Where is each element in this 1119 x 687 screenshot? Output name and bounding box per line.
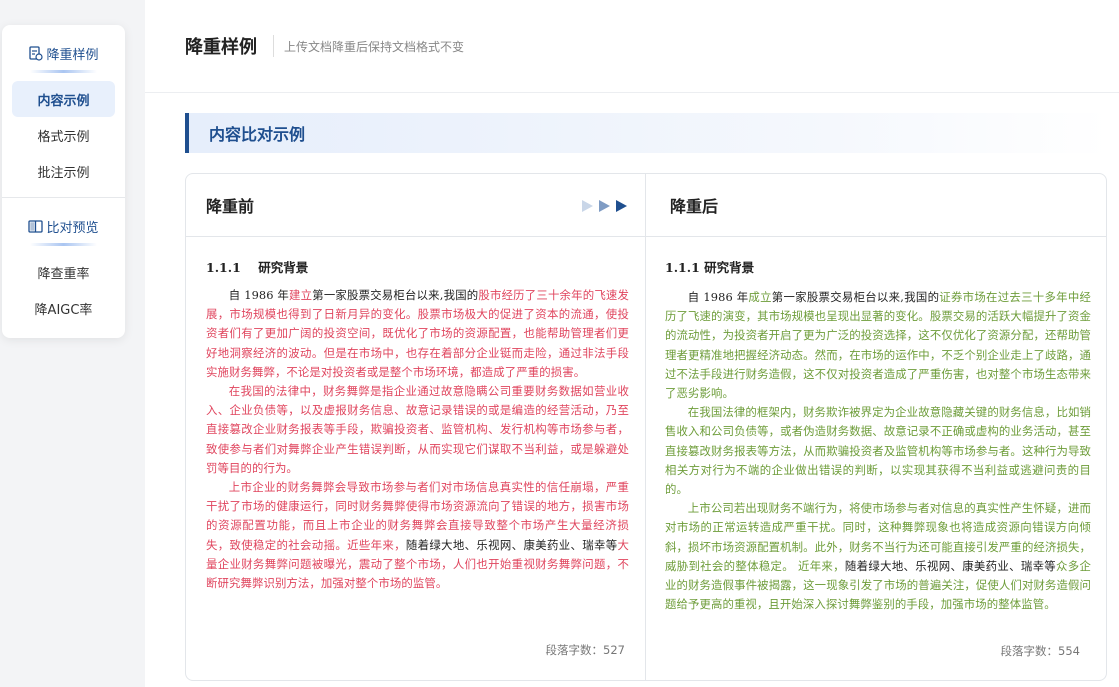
section-banner: 内容比对示例 [185, 113, 1109, 153]
text-segment: 随着绿大地、乐视网、康美药业、瑞幸等 [405, 537, 618, 552]
text-segment: 成立 [748, 290, 772, 304]
text-segment: 自 1986 年 [228, 288, 290, 302]
compare-panel: 降重前 1.1.1 研究背景 自 1986 年建立第一家股票交易柜台以来,我国的… [185, 173, 1107, 681]
sidebar-item-content-example[interactable]: 内容示例 [12, 81, 115, 117]
after-title: 降重后 [646, 174, 1106, 237]
paragraph: 在我国法律的框架内，财务欺诈被界定为企业故意隐藏关键的财务信息，比如销售收入和公… [665, 403, 1091, 499]
page-title: 降重样例 [185, 37, 257, 58]
text-segment: 第一家股票交易柜台以来,我国的 [312, 288, 479, 302]
after-heading: 1.1.1 研究背景 [665, 260, 755, 275]
before-body: 自 1986 年建立第一家股票交易柜台以来,我国的股市经历了三十余年的飞速发展，… [206, 286, 629, 593]
header-divider [273, 35, 274, 57]
text-segment: 证券市场在过去三十多年中经历了飞速的演变，其市场规模也呈现出显著的变化。股票交易… [665, 290, 1091, 401]
play-arrow-light-icon [582, 200, 593, 212]
text-segment: 建立 [289, 288, 313, 302]
before-word-count: 段落字数：527 [545, 643, 625, 657]
text-segment: 自 1986 年 [687, 290, 749, 304]
document-edit-icon [28, 45, 44, 61]
paragraph: 在我国的法律中，财务舞弊是指企业通过故意隐瞒公司重要财务数据如营业收入、企业负债… [206, 382, 629, 478]
text-segment: 在我国的法律中，财务舞弊是指企业通过故意隐瞒公司重要财务数据如营业收入、企业负债… [206, 384, 629, 475]
play-arrow-mid-icon [599, 200, 610, 212]
sidebar-group-title: 降重样例 [46, 47, 99, 63]
page-header: 降重样例 上传文档降重后保持文档格式不变 [145, 0, 1119, 93]
sidebar: 降重样例 内容示例 格式示例 批注示例 比对预览 降查重率 降AIGC率 [2, 25, 125, 338]
paragraph: 上市公司若出现财务不端行为，将使市场参与者对信息的真实性产生怀疑，进而对市场的正… [665, 499, 1091, 614]
after-body: 自 1986 年成立第一家股票交易柜台以来,我国的证券市场在过去三十多年中经历了… [665, 288, 1091, 614]
before-title: 降重前 [186, 174, 645, 237]
play-arrow-dark-icon [616, 200, 627, 212]
paragraph: 上市企业的财务舞弊会导致市场参与者们对市场信息真实性的信任崩塌，严重干扰了市场的… [206, 478, 629, 593]
text-segment: 第一家股票交易柜台以来,我国的 [771, 290, 940, 304]
sidebar-item-annotation-example[interactable]: 批注示例 [2, 153, 125, 189]
arrow-indicator [582, 200, 627, 212]
before-heading: 1.1.1 研究背景 [206, 260, 309, 275]
before-column: 降重前 1.1.1 研究背景 自 1986 年建立第一家股票交易柜台以来,我国的… [186, 174, 646, 680]
paragraph: 自 1986 年建立第一家股票交易柜台以来,我国的股市经历了三十余年的飞速发展，… [206, 286, 629, 382]
sidebar-item-format-example[interactable]: 格式示例 [2, 117, 125, 153]
sidebar-group-reduction-examples: 降重样例 [2, 25, 125, 81]
after-column: 降重后 1.1.1 研究背景 自 1986 年成立第一家股票交易柜台以来,我国的… [646, 174, 1106, 680]
text-segment: 在我国法律的框架内，财务欺诈被界定为企业故意隐藏关键的财务信息，比如销售收入和公… [665, 405, 1091, 497]
book-compare-icon [28, 219, 44, 234]
text-segment: 随着绿大地、乐视网、康美药业、瑞幸等 [844, 558, 1057, 573]
sidebar-item-aigc-rate[interactable]: 降AIGC率 [2, 290, 125, 326]
after-word-count: 段落字数：554 [1000, 644, 1080, 658]
sidebar-group-title: 比对预览 [46, 220, 99, 236]
sidebar-group-compare-preview: 比对预览 [2, 198, 125, 254]
page-subtitle: 上传文档降重后保持文档格式不变 [284, 39, 465, 54]
section-title: 内容比对示例 [209, 125, 306, 144]
main-panel: 降重样例 上传文档降重后保持文档格式不变 内容比对示例 降重前 1.1.1 研究… [145, 0, 1119, 687]
sidebar-item-plagiarism-rate[interactable]: 降查重率 [2, 254, 125, 290]
paragraph: 自 1986 年成立第一家股票交易柜台以来,我国的证券市场在过去三十多年中经历了… [665, 288, 1091, 403]
